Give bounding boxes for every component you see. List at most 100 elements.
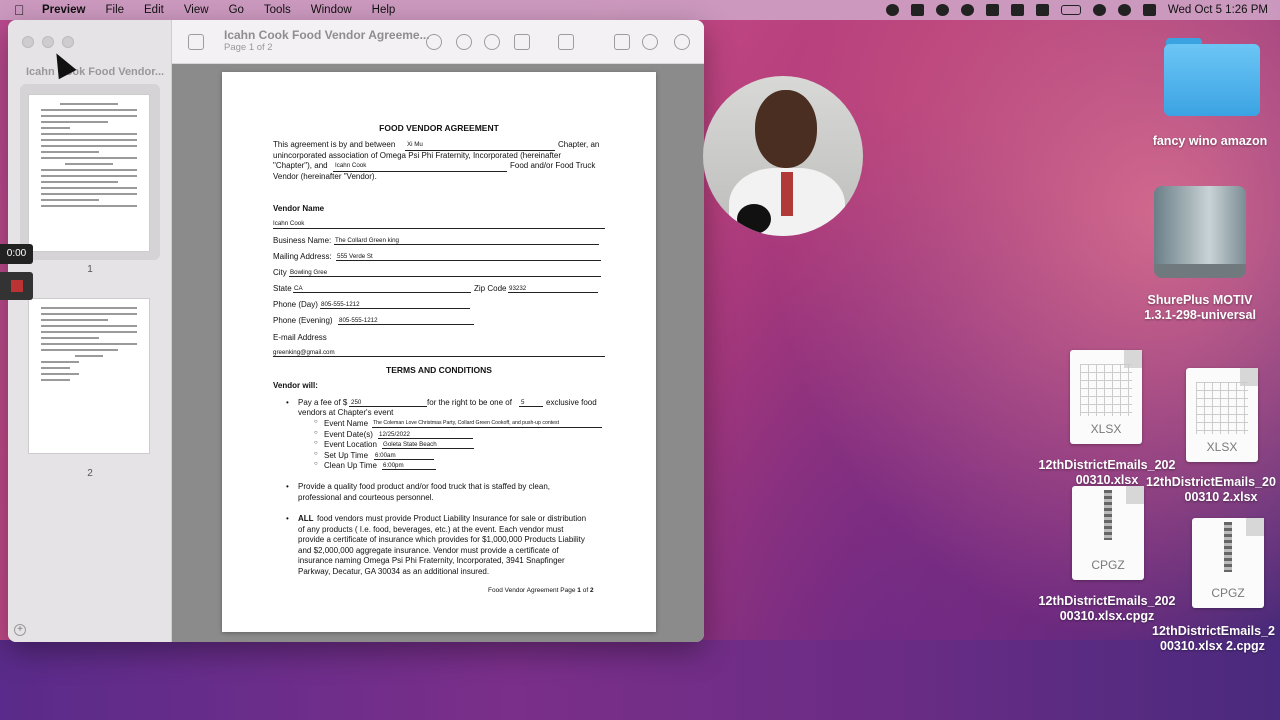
document-page[interactable]: FOOD VENDOR AGREEMENT This agreement is …	[222, 72, 656, 632]
setup-field[interactable]: 6:00am	[375, 452, 396, 459]
event-name-field[interactable]: The Coleman Love Christmas Party, Collar…	[373, 420, 559, 426]
sub-bullet-1: ○	[314, 419, 318, 425]
provide-text-1: Provide a quality food product and/or fo…	[298, 482, 551, 491]
zip-field[interactable]: 93232	[509, 285, 526, 292]
chapter-field[interactable]: Xi Mu	[407, 141, 423, 148]
page-thumbnail-2[interactable]	[28, 298, 150, 454]
spotlight-search-icon[interactable]	[1117, 4, 1131, 16]
phone-day-underline	[320, 308, 470, 309]
menu-view[interactable]: View	[184, 4, 209, 16]
folder-icon[interactable]	[1164, 38, 1260, 116]
xlsx-file-icon-2[interactable]: XLSX	[1186, 368, 1258, 462]
menu-help[interactable]: Help	[372, 4, 396, 16]
drive-label-1[interactable]: ShurePlus MOTIV	[1130, 293, 1270, 308]
status-keyboard-icon[interactable]	[1010, 4, 1024, 16]
zip-label: Zip Code	[474, 284, 507, 293]
cleanup-field[interactable]: 6:00pm	[383, 462, 404, 469]
event-dates-label: Event Date(s)	[324, 430, 373, 439]
status-settings-icon[interactable]	[960, 4, 974, 16]
rotate-icon[interactable]	[614, 34, 630, 50]
event-location-underline	[382, 448, 474, 449]
menu-clock[interactable]: Wed Oct 5 1:26 PM	[1168, 4, 1268, 16]
zoom-out-icon[interactable]	[456, 34, 472, 50]
zip-underline	[508, 292, 598, 293]
fee-text-2: for the right to be one of	[427, 398, 512, 407]
file-label-2a[interactable]: 12thDistrictEmails_20	[1146, 475, 1280, 490]
email-field[interactable]: greenking@gmail.com	[273, 349, 335, 356]
mailing-field[interactable]: 555 Verde St	[337, 253, 373, 260]
footer-page: 1	[577, 587, 581, 594]
status-gear-icon[interactable]	[885, 4, 899, 16]
share-icon[interactable]	[514, 34, 530, 50]
search-icon[interactable]	[674, 34, 690, 50]
menu-file[interactable]: File	[105, 4, 124, 16]
bullet-3: •	[286, 514, 289, 523]
terms-title: TERMS AND CONDITIONS	[386, 365, 492, 375]
footer-text: Food Vendor Agreement Page	[488, 587, 576, 594]
close-button[interactable]	[22, 36, 34, 48]
apple-menu-icon[interactable]: 	[14, 3, 28, 17]
preview-window: Icahn Cook Food Vendor... 1 2 + Icahn Co…	[8, 20, 704, 642]
insurance-text-1: food vendors must provide Product Liabil…	[317, 514, 587, 523]
markup-toolbar-icon[interactable]	[642, 34, 658, 50]
bluetooth-icon[interactable]	[1035, 4, 1049, 16]
cpgz-archive-icon-2[interactable]: CPGZ	[1192, 518, 1264, 608]
count-field[interactable]: 5	[521, 399, 524, 406]
page-footer: Food Vendor Agreement Page 1 of 2	[488, 587, 594, 594]
toolbar: Icahn Cook Food Vendor Agreeme... Page 1…	[172, 20, 704, 64]
phone-day-label: Phone (Day)	[273, 300, 318, 309]
setup-label: Set Up Time	[324, 451, 369, 460]
business-field[interactable]: The Collard Green king	[335, 237, 399, 244]
menu-go[interactable]: Go	[229, 4, 244, 16]
zoom-in-icon[interactable]	[484, 34, 500, 50]
add-page-icon[interactable]: +	[14, 624, 26, 636]
file-label-2b[interactable]: 00310 2.xlsx	[1146, 490, 1280, 505]
state-field[interactable]: CA	[294, 285, 303, 292]
vendor-field[interactable]: Icahn Cook	[335, 162, 366, 169]
thumbnail-sidebar: Icahn Cook Food Vendor... 1 2 +	[8, 20, 172, 642]
file-label-4b[interactable]: 00310.xlsx 2.cpgz	[1160, 639, 1280, 654]
zoom-button[interactable]	[62, 36, 74, 48]
menu-app-preview[interactable]: Preview	[42, 4, 85, 16]
sidebar-toggle-icon[interactable]	[188, 34, 204, 50]
phone-eve-field[interactable]: 805-555-1212	[339, 317, 378, 324]
fee-field[interactable]: 250	[351, 399, 361, 406]
menu-window[interactable]: Window	[311, 4, 352, 16]
file-label-4a[interactable]: 12thDistrictEmails_2	[1152, 624, 1280, 639]
vendor-name-underline	[273, 228, 605, 229]
event-dates-field[interactable]: 12/25/2022	[379, 431, 410, 438]
minimize-button[interactable]	[42, 36, 54, 48]
fee-underline	[349, 406, 427, 407]
markup-pen-icon[interactable]	[558, 34, 574, 50]
vendor-name-field[interactable]: Icahn Cook	[273, 220, 304, 227]
xlsx-file-icon-1[interactable]: XLSX	[1070, 350, 1142, 444]
file-label-3a[interactable]: 12thDistrictEmails_202	[1030, 594, 1184, 609]
status-vpn-icon[interactable]	[910, 4, 924, 16]
wifi-icon[interactable]	[1092, 4, 1106, 16]
footer-of: of	[582, 587, 589, 594]
city-field[interactable]: Bowling Gree	[290, 269, 327, 276]
folder-label[interactable]: fancy wino amazon	[1140, 134, 1280, 149]
email-label: E-mail Address	[273, 333, 327, 342]
info-icon[interactable]	[426, 34, 442, 50]
menu-edit[interactable]: Edit	[144, 4, 164, 16]
status-cc-icon[interactable]	[935, 4, 949, 16]
menu-tools[interactable]: Tools	[264, 4, 291, 16]
phone-day-field[interactable]: 805-555-1212	[321, 301, 360, 308]
sidebar-doc-title: Icahn Cook Food Vendor...	[25, 66, 165, 78]
window-controls	[22, 36, 74, 48]
battery-icon[interactable]	[1060, 5, 1081, 15]
intro-text-1: This agreement is by and between	[273, 140, 396, 149]
page-thumbnail-1[interactable]	[28, 94, 150, 252]
event-location-field[interactable]: Goleta State Beach	[383, 441, 437, 448]
status-app-icon[interactable]	[985, 4, 999, 16]
cpgz-archive-icon-1[interactable]: CPGZ	[1072, 486, 1144, 580]
file-label-3b[interactable]: 00310.xlsx.cpgz	[1030, 609, 1184, 624]
menu-bar:  Preview File Edit View Go Tools Window…	[0, 0, 1280, 20]
stop-recording-button[interactable]	[0, 272, 33, 300]
file-label-1a[interactable]: 12thDistrictEmails_202	[1030, 458, 1184, 473]
drive-label-2[interactable]: 1.3.1-298-universal	[1130, 308, 1270, 323]
installer-disk-icon[interactable]	[1154, 186, 1246, 278]
provide-text-2: professional and courteous personnel.	[298, 493, 434, 502]
control-center-icon[interactable]	[1142, 4, 1156, 16]
